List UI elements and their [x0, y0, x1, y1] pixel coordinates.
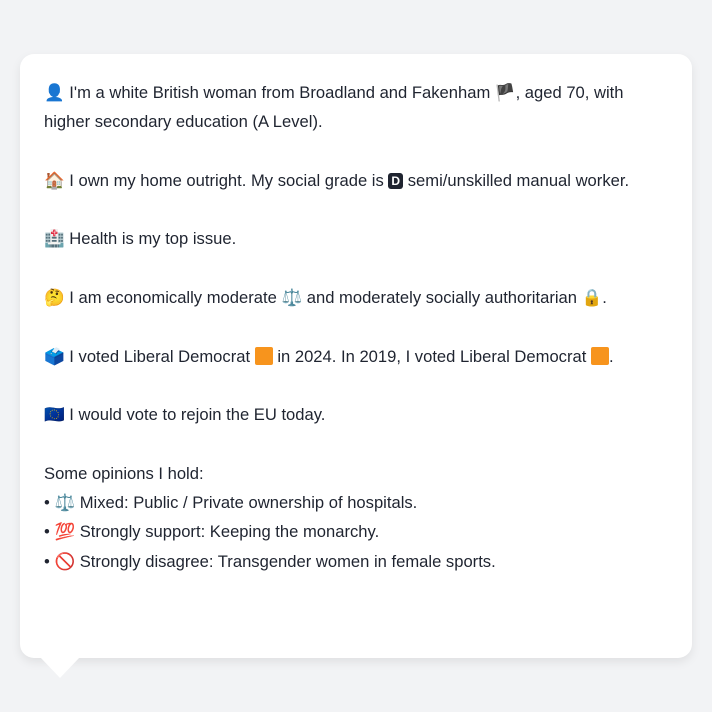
ideology-text-2: and moderately socially authoritarian	[306, 288, 577, 308]
list-item: • 🚫 Strongly disagree: Transgender women…	[44, 547, 668, 576]
list-item: • ⚖️ Mixed: Public / Private ownership o…	[44, 488, 668, 517]
issue-text: Health is my top issue.	[69, 229, 237, 249]
hundred-points-icon: 💯	[54, 522, 76, 542]
bullet: •	[44, 551, 50, 571]
ideology-text: I am economically moderate	[69, 288, 277, 308]
intro-paragraph: 👤 I'm a white British woman from Broadla…	[44, 78, 668, 137]
opinion-text: Strongly disagree: Transgender women in …	[79, 551, 496, 571]
ballot-box-icon: 🗳️	[44, 346, 65, 366]
opinions-list: • ⚖️ Mixed: Public / Private ownership o…	[44, 488, 668, 576]
opinion-text: Mixed: Public / Private ownership of hos…	[79, 493, 418, 513]
hospital-icon: 🏥	[44, 229, 65, 249]
home-text-2: semi/unskilled manual worker.	[407, 170, 630, 190]
eu-text: I would vote to rejoin the EU today.	[69, 405, 326, 425]
votes-text-2: in 2024. In 2019, I voted Liberal Democr…	[277, 346, 587, 366]
opinions-heading: Some opinions I hold:	[44, 463, 204, 483]
opinion-text: Strongly support: Keeping the monarchy.	[79, 522, 380, 542]
issue-paragraph: 🏥 Health is my top issue.	[44, 224, 668, 253]
lock-icon: 🔒	[581, 288, 603, 308]
ideology-text-3: .	[602, 288, 607, 308]
scales-icon: ⚖️	[281, 288, 303, 308]
grade-badge: D	[388, 172, 404, 189]
eu-flag-icon: 🇪🇺	[44, 405, 65, 425]
votes-text-3: .	[608, 346, 614, 366]
persona-message-bubble: 👤 I'm a white British woman from Broadla…	[20, 54, 692, 658]
votes-text: I voted Liberal Democrat	[69, 346, 251, 366]
house-icon: 🏠	[44, 170, 65, 190]
prohibited-icon: 🚫	[54, 551, 76, 571]
home-paragraph: 🏠 I own my home outright. My social grad…	[44, 166, 668, 195]
ideology-paragraph: 🤔 I am economically moderate ⚖️ and mode…	[44, 283, 668, 312]
votes-paragraph: 🗳️ I voted Liberal Democrat in 2024. In …	[44, 342, 668, 371]
orange-square-icon	[254, 346, 273, 365]
eu-paragraph: 🇪🇺 I would vote to rejoin the EU today.	[44, 400, 668, 429]
orange-square-icon	[590, 346, 609, 365]
england-flag-icon: 🏴	[494, 83, 516, 102]
scales-icon: ⚖️	[54, 493, 76, 513]
home-text: I own my home outright. My social grade …	[69, 170, 384, 190]
bubble-tail	[40, 657, 80, 678]
intro-text: I'm a white British woman from Broadland…	[69, 83, 491, 102]
list-item: • 💯 Strongly support: Keeping the monarc…	[44, 517, 668, 546]
thinking-face-icon: 🤔	[44, 288, 65, 308]
bullet: •	[44, 522, 50, 542]
bullet: •	[44, 493, 50, 513]
person-icon: 👤	[44, 83, 65, 102]
